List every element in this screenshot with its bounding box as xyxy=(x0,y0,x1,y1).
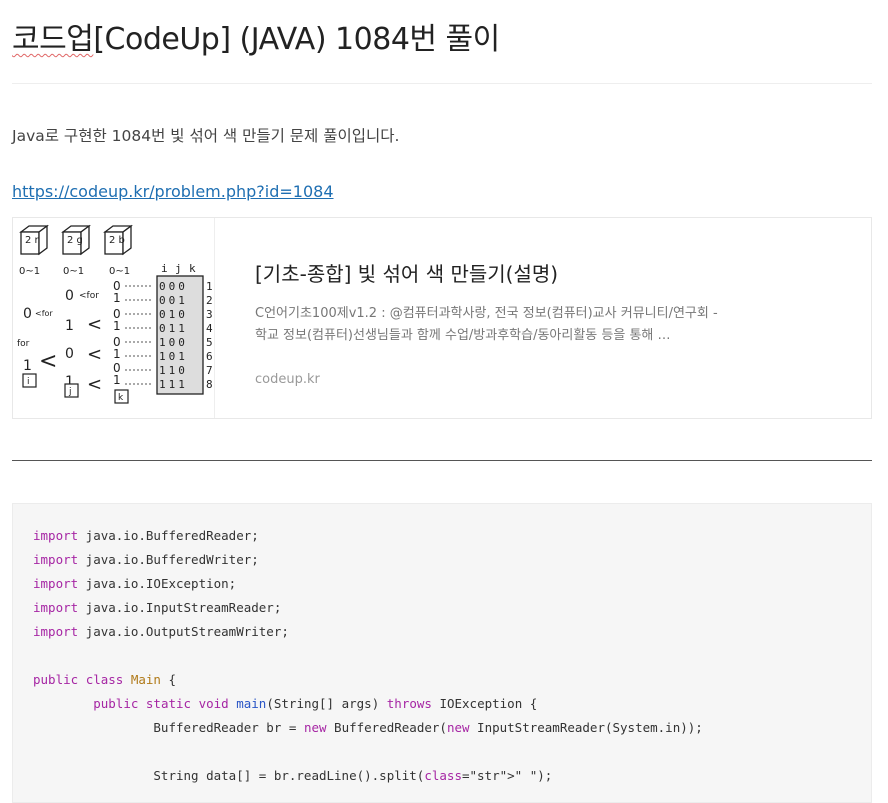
code-line: import java.io.BufferedReader; xyxy=(33,528,259,543)
thumb-rownum-1: 1 xyxy=(206,280,213,293)
svg-text:1: 1 xyxy=(113,319,121,333)
code-line: import java.io.OutputStreamWriter; xyxy=(33,624,289,639)
post-title-misspelled-word: 코드업 xyxy=(12,22,94,57)
thumb-row-4: 011 xyxy=(159,322,188,335)
svg-text:<: < xyxy=(87,374,102,395)
thumb-rownum-3: 3 xyxy=(206,308,213,321)
problem-link[interactable]: https://codeup.kr/problem.php?id=1084 xyxy=(12,182,334,201)
post-title: 코드업[CodeUp] (JAVA) 1084번 풀이 xyxy=(12,14,500,58)
link-preview-card[interactable]: 2 r 2 g 2 b 0~1 0~1 0~1 0 <for 1 < 0 <for f… xyxy=(12,217,872,419)
thumb-range-3: 0~1 xyxy=(109,266,130,277)
thumb-rownum-7: 7 xyxy=(206,364,213,377)
code-line: import java.io.BufferedWriter; xyxy=(33,552,259,567)
code-block: import java.io.BufferedReader; import ja… xyxy=(12,503,872,803)
svg-text:<: < xyxy=(39,349,57,374)
code-content: import java.io.BufferedReader; import ja… xyxy=(33,528,703,783)
thumb-row-6: 101 xyxy=(159,350,188,363)
thumb-row-5: 100 xyxy=(159,336,188,349)
thumb-rownum-6: 6 xyxy=(206,350,213,363)
card-title: [기초-종합] 빛 섞어 색 만들기(설명) xyxy=(255,262,559,286)
svg-text:for: for xyxy=(17,339,30,349)
thumb-rownum-2: 2 xyxy=(206,294,213,307)
card-description: C언어기초100제v1.2 : @컴퓨터과학사랑, 전국 정보(컴퓨터)교사 커… xyxy=(255,306,718,343)
section-divider xyxy=(12,460,872,461)
thumb-row-2: 001 xyxy=(159,294,188,307)
svg-text:0: 0 xyxy=(65,288,74,304)
thumb-rownum-8: 8 xyxy=(206,378,213,391)
svg-text:1: 1 xyxy=(113,291,121,305)
code-line: import java.io.IOException; xyxy=(33,576,237,591)
card-domain: codeup.kr xyxy=(255,372,320,387)
svg-text:1: 1 xyxy=(113,347,121,361)
svg-text:1: 1 xyxy=(23,358,32,374)
code-line: import java.io.InputStreamReader; xyxy=(33,600,282,615)
code-line: public class Main { xyxy=(33,672,177,687)
svg-text:0: 0 xyxy=(65,346,74,362)
thumb-box-3: 2 b xyxy=(109,235,125,246)
svg-text:<for: <for xyxy=(79,291,99,301)
thumb-range-1: 0~1 xyxy=(19,266,40,277)
svg-text:1: 1 xyxy=(113,373,121,387)
thumb-box-2: 2 g xyxy=(67,235,83,246)
title-divider xyxy=(12,83,872,84)
card-thumbnail: 2 r 2 g 2 b 0~1 0~1 0~1 0 <for 1 < 0 <for f… xyxy=(13,218,215,418)
thumb-label-i: i xyxy=(27,377,30,387)
thumb-label-j: j xyxy=(68,387,72,397)
thumb-row-8: 111 xyxy=(159,378,188,391)
post-title-rest: [CodeUp] (JAVA) 1084번 풀이 xyxy=(93,22,500,57)
thumb-box-1: 2 r xyxy=(25,235,40,246)
svg-text:<: < xyxy=(87,344,102,365)
code-line: BufferedReader br = new BufferedReader(n… xyxy=(33,720,703,735)
intro-text: Java로 구현한 1084번 빛 섞어 색 만들기 문제 풀이입니다. xyxy=(12,127,400,145)
thumb-header-k: k xyxy=(189,262,196,275)
thumb-range-2: 0~1 xyxy=(63,266,84,277)
thumb-row-1: 000 xyxy=(159,280,188,293)
thumb-rownum-5: 5 xyxy=(206,336,213,349)
thumb-row-3: 010 xyxy=(159,308,188,321)
svg-text:1: 1 xyxy=(65,318,74,334)
thumb-label-k: k xyxy=(118,393,124,403)
code-line: public static void main(String[] args) t… xyxy=(93,696,538,711)
thumb-rownum-4: 4 xyxy=(206,322,213,335)
thumb-row-7: 110 xyxy=(159,364,188,377)
thumbnail-illustration-image: 2 r 2 g 2 b 0~1 0~1 0~1 0 <for 1 < 0 <for f… xyxy=(17,224,213,404)
svg-text:<for: <for xyxy=(35,309,53,318)
thumb-header-i: i xyxy=(161,262,168,275)
svg-text:0: 0 xyxy=(23,306,32,322)
thumb-header-j: j xyxy=(175,262,182,275)
svg-text:<: < xyxy=(87,314,102,335)
